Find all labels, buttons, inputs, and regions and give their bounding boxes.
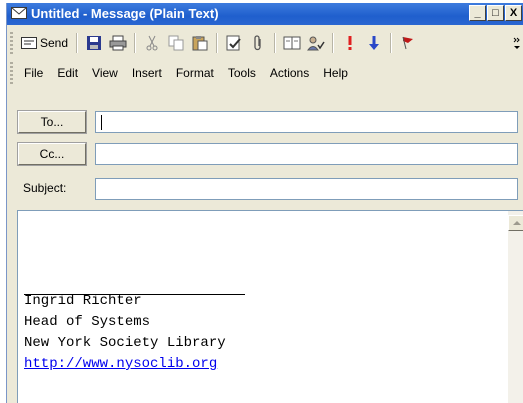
to-field[interactable] [95,111,518,133]
toolbar-separator [134,33,137,53]
signature-link[interactable]: http://www.nysoclib.org [24,356,217,372]
menu-format[interactable]: Format [169,66,221,80]
menu-insert[interactable]: Insert [125,66,169,80]
print-button[interactable] [106,32,130,54]
toolbar-separator [332,33,335,53]
maximize-button[interactable]: □ [487,5,504,21]
to-button[interactable]: To... [17,110,87,134]
signature-title: Head of Systems [24,314,151,330]
menu-actions[interactable]: Actions [263,66,316,80]
window-title: Untitled - Message (Plain Text) [31,6,219,21]
window-controls: _ □ X [469,5,522,21]
cut-button[interactable] [140,32,164,54]
copy-icon [168,35,184,51]
signature-block: Ingrid Richter Head of Systems New York … [24,291,226,375]
toolbar-options-button[interactable] [510,32,523,54]
toolbar-separator [216,33,219,53]
save-button[interactable] [82,32,106,54]
high-importance-button[interactable] [338,32,362,54]
menu-tools[interactable]: Tools [221,66,263,80]
options-button[interactable] [304,32,328,54]
message-body[interactable]: Ingrid Richter Head of Systems New York … [17,210,523,403]
signature-name: Ingrid Richter [24,293,142,309]
options-icon [307,36,325,51]
cc-field[interactable] [95,143,518,165]
envelope-icon [11,7,27,19]
subject-label: Subject: [23,181,67,195]
send-button[interactable]: Send [17,32,72,54]
print-icon [109,35,127,51]
address-book-icon [283,36,301,50]
toolbar-separator [274,33,277,53]
signature-org: New York Society Library [24,335,226,351]
message-header: To... Cc... Subject: [7,85,523,209]
attach-file-icon [254,35,261,51]
check-names-button[interactable] [222,32,246,54]
follow-up-flag-button[interactable] [396,32,420,54]
paste-button[interactable] [188,32,212,54]
high-importance-icon [348,36,352,50]
message-window: Untitled - Message (Plain Text) _ □ X Se… [6,3,523,403]
standard-toolbar: Send [7,26,523,60]
send-icon [21,37,37,49]
subject-field[interactable] [95,178,518,200]
low-importance-button[interactable] [362,32,386,54]
paste-icon [192,36,208,51]
menu-view[interactable]: View [85,66,125,80]
cut-icon [146,35,158,51]
copy-button[interactable] [164,32,188,54]
text-caret [101,115,102,130]
menu-edit[interactable]: Edit [50,66,85,80]
menu-help[interactable]: Help [316,66,355,80]
menu-grip[interactable] [10,62,13,84]
toolbar-grip[interactable] [10,32,13,54]
menu-bar: File Edit View Insert Format Tools Actio… [7,61,523,85]
cc-button[interactable]: Cc... [17,142,87,166]
low-importance-icon [369,36,380,50]
toolbar-separator [390,33,393,53]
minimize-button[interactable]: _ [469,5,486,21]
toolbar-options-icon [513,37,520,49]
menu-file[interactable]: File [17,66,50,80]
send-label: Send [40,36,69,50]
follow-up-flag-icon [402,36,414,50]
check-names-icon [226,35,241,51]
attach-file-button[interactable] [246,32,270,54]
vertical-scrollbar[interactable] [508,211,523,403]
scroll-up-button[interactable] [508,215,523,231]
toolbar-separator [76,33,79,53]
title-bar[interactable]: Untitled - Message (Plain Text) _ □ X [7,3,523,25]
address-book-button[interactable] [280,32,304,54]
close-button[interactable]: X [505,5,522,21]
save-icon [87,36,102,50]
